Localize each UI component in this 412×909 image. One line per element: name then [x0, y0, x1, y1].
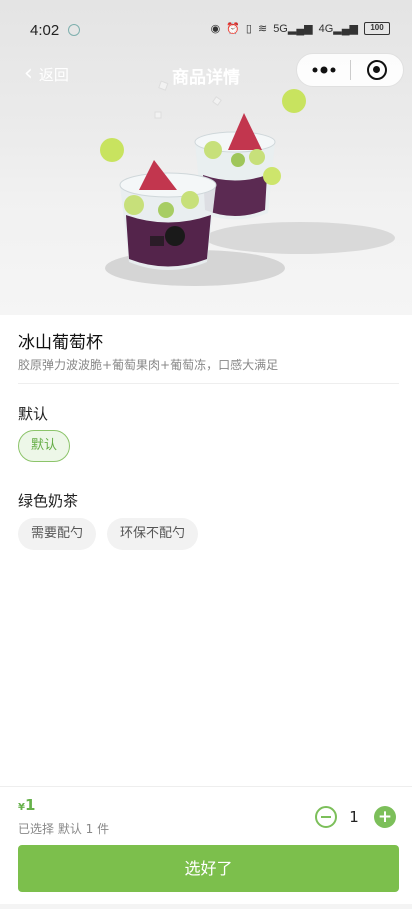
vibrate-icon: ▯	[245, 23, 252, 35]
decrease-quantity-button[interactable]	[315, 806, 337, 828]
plus-icon: +	[377, 807, 393, 827]
currency-symbol: ¥	[18, 802, 25, 813]
notification-icon	[68, 24, 80, 36]
status-icons: ◉ ⏰ ▯ ≋ 5G▂▄▆ 4G▂▄▆ 100	[211, 22, 390, 35]
battery-icon: 100	[364, 22, 390, 35]
option-chip-no-spoon[interactable]: 环保不配勺	[107, 518, 199, 550]
eye-icon: ◉	[210, 23, 221, 35]
increase-quantity-button[interactable]: +	[374, 806, 396, 828]
option-chip-need-spoon[interactable]: 需要配勺	[18, 518, 97, 550]
more-dots-icon	[312, 66, 335, 74]
status-bar: 4:02 ◉ ⏰ ▯ ≋ 5G▂▄▆ 4G▂▄▆ 100	[0, 0, 412, 60]
home-indicator	[0, 904, 412, 909]
signal-5g-icon: 5G▂▄▆	[273, 23, 313, 35]
quantity-value: 1	[349, 808, 359, 826]
option-group-title: 绿色奶茶	[18, 492, 79, 510]
target-circle-icon	[366, 60, 387, 80]
option-chip-default[interactable]: 默认	[18, 430, 71, 462]
option-group-title: 默认	[18, 405, 49, 423]
price: ¥1	[18, 795, 35, 814]
price-amount: 1	[24, 796, 36, 814]
product-description: 胶原弹力波波脆+葡萄果肉+葡萄冻，口感大满足	[18, 358, 279, 372]
more-button[interactable]	[297, 53, 350, 87]
signal-4g-label: 4G	[318, 23, 334, 35]
signal-4g-icon: 4G▂▄▆	[318, 23, 358, 35]
product-name: 冰山葡萄杯	[18, 333, 103, 353]
alarm-icon: ⏰	[226, 23, 240, 35]
status-time: 4:02	[30, 22, 60, 39]
miniprogram-capsule	[296, 53, 404, 87]
divider	[18, 383, 399, 384]
close-miniprogram-button[interactable]	[351, 53, 403, 87]
wifi-icon: ≋	[257, 23, 268, 35]
bottom-divider	[0, 786, 412, 787]
confirm-button[interactable]: 选好了	[18, 845, 399, 892]
signal-5g-label: 5G	[273, 23, 288, 35]
selected-summary: 已选择 默认 1 件	[18, 822, 110, 836]
